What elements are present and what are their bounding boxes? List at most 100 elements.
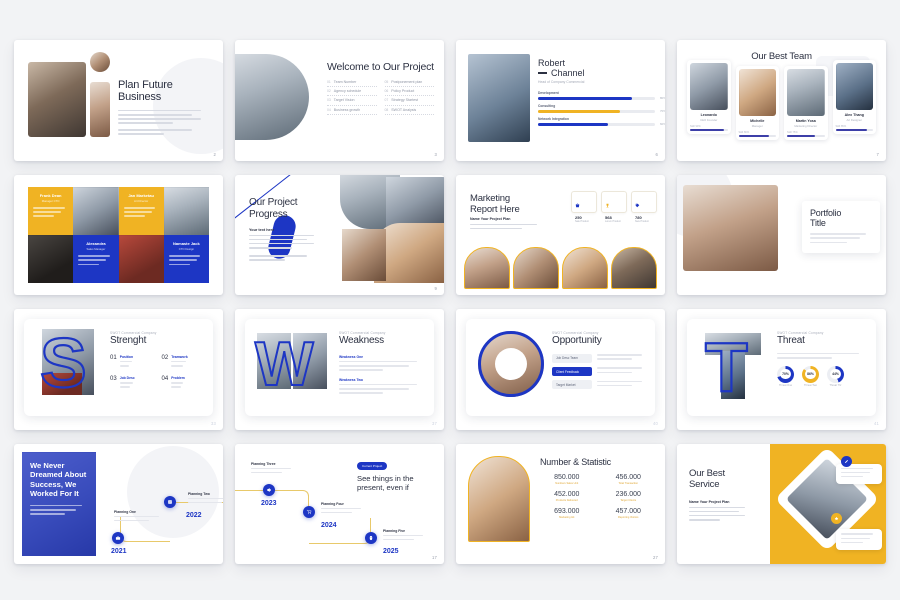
milestone-node[interactable] bbox=[164, 495, 176, 508]
team-member-card[interactable]: Alex Thang Art Designer Skill 85% bbox=[832, 60, 876, 134]
stat-card[interactable]: 568 Lorem Product bbox=[601, 190, 627, 223]
slide-swot-strength[interactable]: S SWOT Commercial Company Strenght 01 Po… bbox=[14, 309, 223, 430]
toc-number: 03 bbox=[327, 98, 331, 103]
person-panel[interactable]: Jan Marketau Art Director bbox=[118, 186, 164, 235]
toc-number: 06 bbox=[384, 89, 389, 94]
slide-our-best-team[interactable]: Our Best Team Leonardo CEO Founder Skill… bbox=[677, 40, 886, 161]
stat-item: 456.000 Total Transaction bbox=[602, 474, 656, 485]
slide-our-best-service[interactable]: Our Best Service Name Your Project Plan bbox=[677, 443, 886, 564]
profile-details: Robert Channel Head of Company Commercia… bbox=[538, 58, 665, 130]
page-number: 7 bbox=[876, 151, 879, 157]
swot-item[interactable]: 03 Job Desc bbox=[110, 376, 154, 390]
pencil-icon bbox=[845, 459, 848, 463]
swot-item-grid: 01 Position 02 Teamwork 03 Job Desc 04 P… bbox=[110, 355, 205, 391]
swot-item[interactable]: 04 Problem bbox=[162, 376, 206, 390]
swot-item[interactable]: 01 Position bbox=[110, 355, 154, 369]
page-number: 33 bbox=[210, 420, 216, 426]
callout-card[interactable] bbox=[836, 463, 882, 485]
slide-marketing-report-here[interactable]: Marketing Report Here Name Your Project … bbox=[456, 174, 665, 295]
milestone-text bbox=[321, 507, 365, 516]
callout-card[interactable] bbox=[836, 529, 882, 550]
member-skill-track bbox=[835, 128, 873, 131]
stat-card[interactable]: 250 Sale Product bbox=[571, 190, 597, 223]
list-item[interactable]: 05 Postponement plan bbox=[384, 80, 434, 88]
skill-label: Consulting bbox=[538, 104, 556, 108]
slide-photo bbox=[683, 184, 778, 271]
list-item[interactable]: 08 SWOT Analysis bbox=[384, 108, 434, 115]
item-label: Position bbox=[119, 354, 134, 359]
cart-icon bbox=[306, 509, 312, 514]
option-button-active[interactable]: Client Feedback bbox=[552, 366, 592, 377]
milestone-node[interactable] bbox=[263, 483, 275, 496]
slide-photo bbox=[28, 62, 86, 137]
skill-track: 70% bbox=[538, 109, 665, 113]
avatar bbox=[787, 69, 825, 116]
callout-badge[interactable] bbox=[831, 513, 842, 524]
letter-graphic: W bbox=[253, 327, 333, 397]
callout-badge[interactable] bbox=[841, 455, 852, 467]
donut-row: 70% Threat One 86% Threat Two 44% Threat… bbox=[777, 365, 868, 387]
member-skill-fill bbox=[787, 134, 816, 137]
slide-photo bbox=[562, 247, 608, 289]
content-card: T SWOT Commercial Company Threat 70% Thr… bbox=[687, 319, 876, 416]
slide-title-line2: Service bbox=[689, 478, 720, 490]
timeline-connector bbox=[309, 517, 371, 544]
list-item[interactable]: 04 Business growth bbox=[327, 108, 377, 115]
slide-timeline-present[interactable]: Planning Three 2023 Planning Four 2024 P… bbox=[235, 443, 444, 564]
member-skill-label: Skill 75% bbox=[787, 130, 798, 134]
skill-percent: 70% bbox=[659, 108, 665, 113]
slide-title: Opportunity bbox=[552, 335, 602, 346]
milestone-node[interactable] bbox=[112, 531, 124, 544]
list-item[interactable]: 01 Team Number bbox=[327, 80, 377, 88]
milestone-year: 2025 bbox=[383, 547, 399, 555]
item-label: Teamwork bbox=[171, 354, 188, 359]
profile-role: Head of Company Commercial bbox=[538, 80, 585, 84]
swot-text: SWOT Commercial Company Opportunity Job … bbox=[552, 331, 647, 390]
slide-body bbox=[470, 223, 544, 232]
slide-our-project-progress[interactable]: Our Project Progress Your text here 9 bbox=[235, 174, 444, 295]
slide-grid: Plan Future Business 2 Welcome to Our Pr… bbox=[0, 0, 900, 600]
person-name: Jan Marketau bbox=[128, 192, 154, 198]
profile-first-name: Robert bbox=[538, 58, 566, 68]
swot-item[interactable]: Weakness One bbox=[339, 355, 426, 371]
slide-number-and-statistic[interactable]: Number & Statistic 850.000 Numbers Sales … bbox=[456, 443, 665, 564]
person-panel[interactable]: Namaste Jack CTO Design bbox=[163, 234, 209, 283]
slide-swot-threat[interactable]: T SWOT Commercial Company Threat 70% Thr… bbox=[677, 309, 886, 430]
swot-item[interactable]: Weakness Two bbox=[339, 378, 426, 394]
member-skill-label: Skill 90% bbox=[690, 124, 701, 128]
milestone-node[interactable] bbox=[365, 531, 377, 544]
slide-team-four-panel[interactable]: Frank Dean Manager CTO Jan Marketau Art … bbox=[14, 174, 223, 295]
list-item[interactable]: 03 Target Vision bbox=[327, 98, 377, 106]
slide-portfolio-title[interactable]: Portfolio Title bbox=[677, 174, 886, 295]
stat-value: 457.000 bbox=[615, 507, 641, 515]
stat-card[interactable]: 780 New Product bbox=[631, 190, 657, 223]
member-name: Michelle bbox=[750, 118, 765, 123]
option-button[interactable]: Target Market bbox=[552, 380, 592, 390]
swot-item[interactable]: 02 Teamwork bbox=[162, 355, 206, 369]
slide-we-never-dreamed[interactable]: We Never Dreamed About Success, We Worke… bbox=[14, 443, 223, 564]
swot-text: SWOT Commercial Company Strenght 01 Posi… bbox=[110, 331, 205, 391]
person-panel[interactable]: Frank Dean Manager CTO bbox=[28, 186, 74, 235]
stat-item: 236.000 Target Clients bbox=[602, 491, 656, 502]
slide-robert-channel-profile[interactable]: Robert Channel Head of Company Commercia… bbox=[456, 40, 665, 161]
letter-graphic bbox=[478, 331, 544, 397]
page-number: 37 bbox=[431, 420, 437, 426]
list-item[interactable]: 06 Policy Product bbox=[384, 89, 434, 97]
slide-swot-opportunity[interactable]: SWOT Commercial Company Opportunity Job … bbox=[456, 309, 665, 430]
team-member-card[interactable]: Leonardo CEO Founder Skill 90% bbox=[687, 60, 731, 134]
slide-plan-future-business[interactable]: Plan Future Business 2 bbox=[14, 40, 223, 161]
milestone-node[interactable] bbox=[303, 505, 315, 518]
slide-swot-weakness[interactable]: W SWOT Commercial Company Weakness Weakn… bbox=[235, 309, 444, 430]
slide-welcome-to-our-project[interactable]: Welcome to Our Project 01 Team Number 05 P… bbox=[235, 40, 444, 161]
team-member-card[interactable]: Michelle Manager Skill 80% bbox=[735, 66, 779, 140]
option-button[interactable]: Job Desc Team bbox=[552, 353, 592, 363]
item-number: 03 bbox=[110, 376, 117, 383]
toc-label: Policy Product bbox=[391, 89, 415, 94]
list-item[interactable]: 02 Agency schedule bbox=[327, 89, 377, 97]
donut-value: 86% bbox=[807, 372, 814, 377]
dash-icon bbox=[538, 72, 547, 74]
list-item[interactable]: 07 Strategy Startest bbox=[384, 98, 434, 106]
person-panel[interactable]: Alexandra Sales Manager bbox=[73, 234, 119, 283]
toc-label: Target Vision bbox=[333, 98, 355, 103]
team-member-card[interactable]: Martin Yosa Marketing Director Skill 75% bbox=[784, 66, 828, 140]
